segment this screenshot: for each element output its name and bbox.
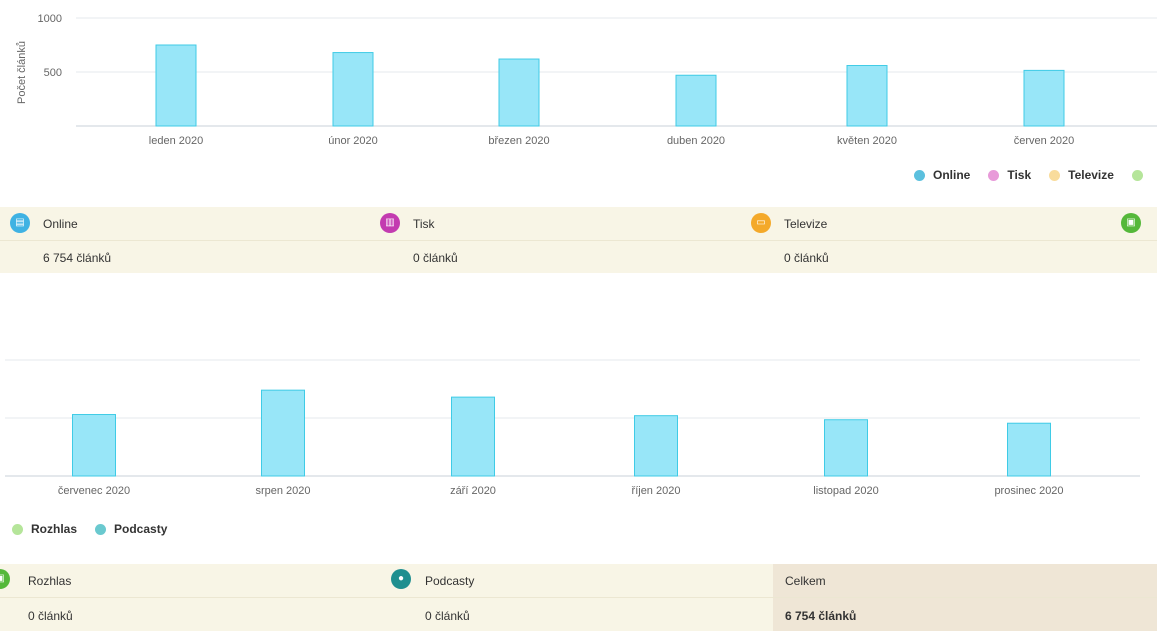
x-tick-label: prosinec 2020	[994, 485, 1063, 497]
x-tick-label: leden 2020	[149, 135, 203, 147]
summary-band-bottom: ▣ Rozhlas 0 článků ● Podcasty 0 článků C…	[0, 564, 1157, 631]
bar[interactable]	[824, 419, 868, 477]
bar[interactable]	[846, 65, 888, 127]
televize-dot-icon	[1049, 169, 1061, 181]
chart-bottom: červenec 2020 srpen 2020 září 2020 říjen 20…	[5, 359, 1140, 497]
bar[interactable]	[675, 74, 717, 127]
legend-label: Podcasty	[114, 522, 168, 536]
legend-item-televize[interactable]: Televize	[1049, 168, 1114, 182]
legend-label: Tisk	[1007, 168, 1032, 182]
radio-icon: ▣	[1121, 213, 1141, 233]
summary-label-celkem: Celkem	[785, 574, 826, 588]
bar[interactable]	[155, 44, 197, 127]
y-tick-label: 1000	[38, 13, 62, 25]
summary-value-podcasty: 0 článků	[425, 609, 470, 623]
legend-top: Online Tisk Televize	[914, 168, 1157, 182]
legend-bottom: Rozhlas Podcasty	[12, 522, 185, 536]
bar[interactable]	[72, 414, 116, 477]
legend-item-tisk[interactable]: Tisk	[988, 168, 1031, 182]
newspaper-icon: ▤	[10, 213, 30, 233]
summary-label-podcasty: Podcasty	[425, 574, 475, 588]
legend-label: Online	[933, 168, 971, 182]
y-axis-label: Počet článků	[16, 41, 28, 104]
y-tick-label: 500	[44, 67, 62, 79]
bar[interactable]	[1007, 422, 1051, 477]
rozhlas-dot-icon	[12, 523, 23, 535]
x-tick-label: květen 2020	[837, 135, 897, 147]
bar[interactable]	[634, 415, 678, 477]
print-icon: ▥	[380, 213, 400, 233]
x-tick-label: únor 2020	[328, 135, 378, 147]
summary-value-online: 6 754 článků	[43, 251, 112, 265]
bar[interactable]	[498, 58, 540, 127]
bar[interactable]	[261, 389, 305, 477]
x-tick-label: duben 2020	[667, 135, 725, 147]
summary-label-online: Online	[43, 217, 78, 231]
legend-item-rozhlas[interactable]: Rozhlas	[12, 522, 77, 536]
legend-label: Televize	[1068, 168, 1114, 182]
summary-value-rozhlas: 0 článků	[28, 609, 73, 623]
x-tick-label: červen 2020	[1014, 135, 1075, 147]
rozhlas-dot-icon	[1131, 169, 1143, 181]
microphone-icon: ●	[391, 569, 411, 589]
bar[interactable]	[451, 396, 495, 477]
summary-value-televize: 0 článků	[784, 251, 829, 265]
summary-value-tisk: 0 článků	[413, 251, 458, 265]
x-tick-label: září 2020	[450, 485, 496, 497]
x-tick-label: říjen 2020	[632, 485, 681, 497]
x-tick-label: listopad 2020	[813, 485, 878, 497]
legend-item-online[interactable]: Online	[914, 168, 970, 182]
podcasty-dot-icon	[95, 523, 107, 535]
summary-label-rozhlas: Rozhlas	[28, 574, 72, 588]
x-tick-label: červenec 2020	[58, 485, 130, 497]
radio-icon: ▣	[0, 569, 10, 589]
summary-label-tisk: Tisk	[413, 217, 435, 231]
bar[interactable]	[1023, 69, 1065, 127]
summary-value-celkem: 6 754 článků	[785, 609, 857, 623]
legend-label: Rozhlas	[31, 522, 78, 536]
tv-icon: ▭	[751, 213, 771, 233]
x-tick-label: březen 2020	[488, 135, 549, 147]
legend-item-rozhlas-partial[interactable]	[1131, 169, 1151, 181]
summary-label-televize: Televize	[784, 217, 828, 231]
legend-item-podcasty[interactable]: Podcasty	[95, 522, 167, 536]
chart-top: leden 2020 únor 2020 březen 2020 duben 2020…	[16, 13, 1157, 147]
x-tick-label: srpen 2020	[255, 485, 310, 497]
summary-band-top: ▤ Online 6 754 článků ▥ Tisk 0 článků ▭ …	[0, 207, 1157, 273]
tisk-dot-icon	[988, 169, 1000, 181]
online-dot-icon	[914, 169, 925, 181]
bar[interactable]	[332, 52, 374, 127]
